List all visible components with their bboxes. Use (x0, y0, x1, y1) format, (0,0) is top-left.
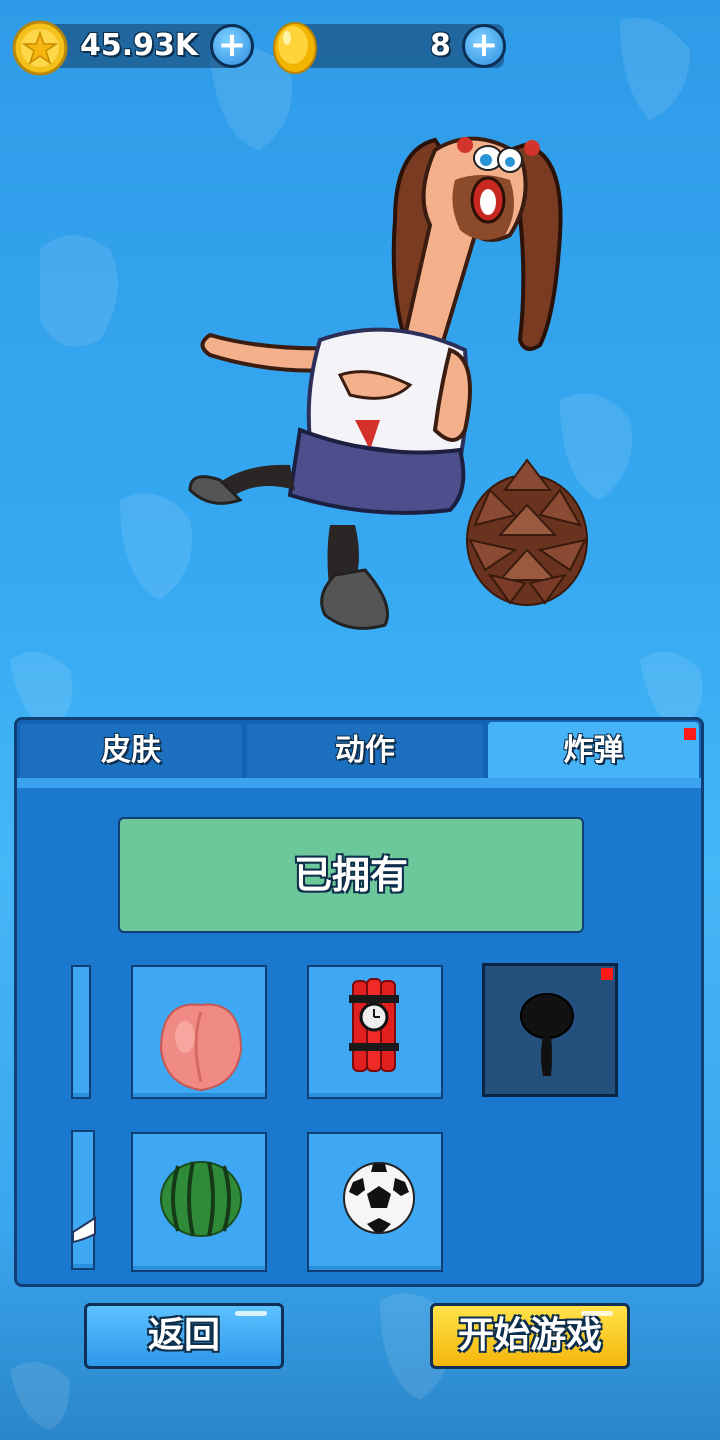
item-slot-soccer-ball[interactable] (307, 1132, 443, 1272)
partial-item-icon (73, 1216, 96, 1244)
frying-pan-icon (520, 993, 574, 1076)
button-shine (235, 1311, 267, 1316)
start-label: 开始游戏 (457, 1315, 602, 1356)
tab-underline (17, 778, 701, 788)
button-shine (581, 1311, 613, 1316)
back-label: 返回 (147, 1315, 220, 1356)
watermelon-icon (160, 1161, 242, 1237)
soccer-ball-icon (343, 1162, 415, 1234)
tab-bar: 皮肤 动作 炸弹 (17, 720, 701, 782)
tab-skin[interactable]: 皮肤 (20, 724, 242, 778)
item-slot-watermelon[interactable] (131, 1132, 267, 1272)
back-button[interactable]: 返回 (84, 1303, 284, 1369)
tab-bombs-badge (684, 728, 696, 740)
dynamite-icon (349, 978, 399, 1072)
tab-actions[interactable]: 动作 (247, 724, 483, 778)
item-slot-partial[interactable] (71, 1130, 96, 1270)
owned-status-button[interactable]: 已拥有 (118, 817, 584, 933)
frying-pan-new-badge (601, 968, 613, 980)
peach-icon (159, 1003, 243, 1092)
item-slot-partial[interactable] (71, 965, 91, 1099)
start-game-button[interactable]: 开始游戏 (430, 1303, 630, 1369)
gold-egg-icon (273, 22, 317, 74)
plus-icon: + (217, 25, 247, 65)
item-slot-dynamite[interactable] (307, 965, 443, 1099)
tab-bombs[interactable]: 炸弹 (488, 722, 699, 780)
pinecone-bomb (466, 458, 588, 606)
item-slot-peach[interactable] (131, 965, 267, 1099)
add-stars-button[interactable]: + (210, 24, 254, 68)
star-amount: 45.93K (80, 28, 199, 63)
add-coins-button[interactable]: + (462, 24, 506, 68)
coin-currency: 8 + (270, 22, 515, 74)
shop-panel: 皮肤 动作 炸弹 已拥有 (14, 717, 704, 1287)
star-currency: 45.93K + (12, 20, 262, 76)
star-coin-icon (12, 20, 68, 76)
item-slot-frying-pan[interactable] (482, 963, 618, 1097)
plus-icon: + (469, 25, 499, 65)
coin-amount: 8 (430, 28, 451, 63)
